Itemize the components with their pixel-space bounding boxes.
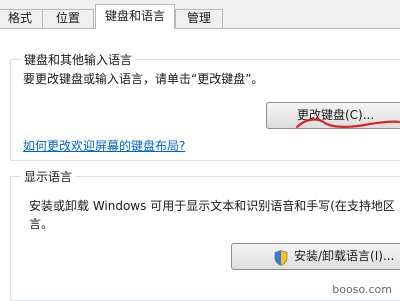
tab-keyboards-languages[interactable]: 键盘和语言 <box>95 4 175 29</box>
install-uninstall-languages-button[interactable]: 安装/卸载语言(I)... <box>231 243 400 270</box>
uac-shield-icon <box>274 250 288 266</box>
tab-bar: 格式 位置 键盘和语言 管理 <box>0 0 400 29</box>
red-underline-annotation <box>295 118 400 129</box>
welcome-screen-keyboard-help-link[interactable]: 如何更改欢迎屏幕的键盘布局? <box>23 137 185 154</box>
keyboard-group: 键盘和其他输入语言 要更改键盘或输入语言，请单击“更改键盘”。 更改键盘(C).… <box>10 51 400 161</box>
watermark: booso.com <box>332 283 392 296</box>
tab-formats[interactable]: 格式 <box>0 9 43 28</box>
keyboard-group-title: 键盘和其他输入语言 <box>21 51 136 68</box>
tab-administrative[interactable]: 管理 <box>175 9 223 28</box>
tab-location[interactable]: 位置 <box>42 9 94 28</box>
display-language-description-line1: 安装或卸载 Windows 可用于显示文本和识别语音和手写(在支持地区 <box>29 199 395 213</box>
install-uninstall-languages-label: 安装/卸载语言(I)... <box>294 249 395 263</box>
keyboard-description: 要更改键盘或输入语言，请单击“更改键盘”。 <box>23 72 264 86</box>
display-language-group-title: 显示语言 <box>21 168 76 185</box>
display-language-description-line2: 言。 <box>29 217 54 231</box>
